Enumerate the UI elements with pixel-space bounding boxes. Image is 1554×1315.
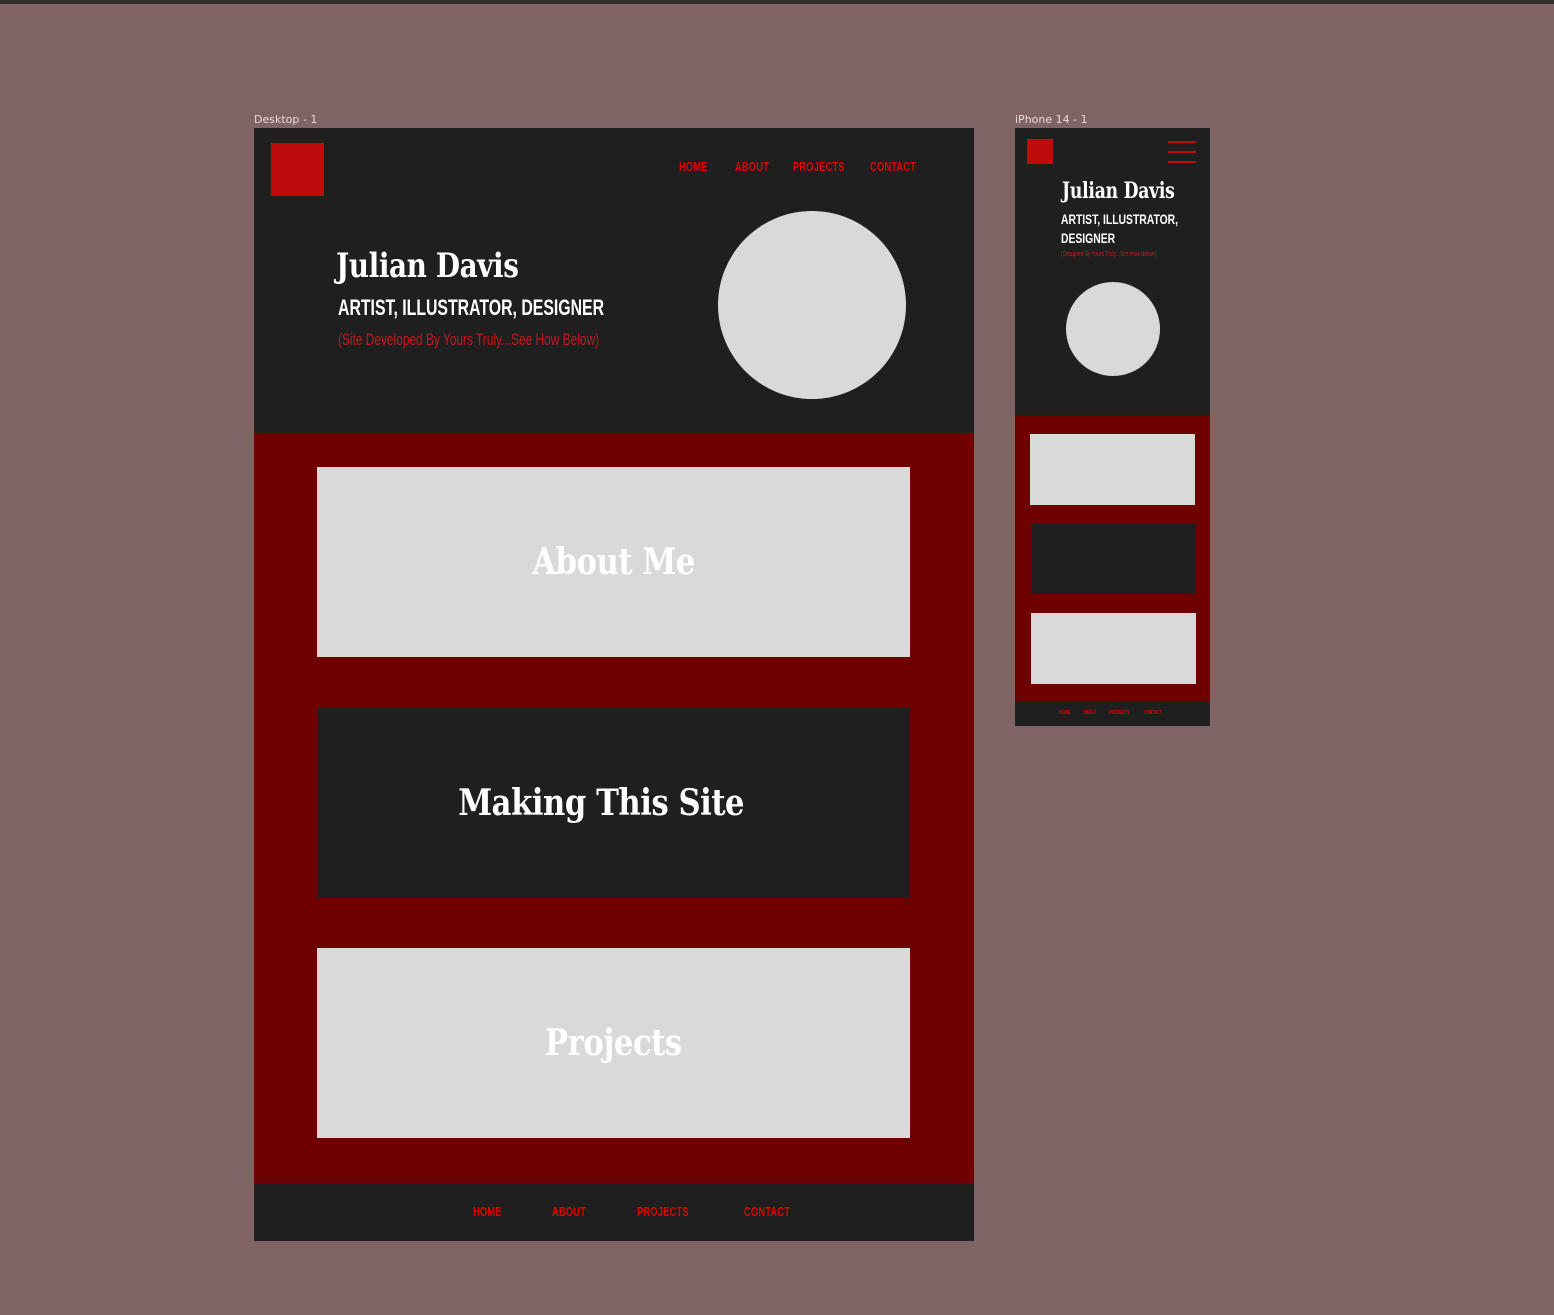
editor-top-bar (0, 0, 1554, 4)
mobile-making-site-card[interactable] (1031, 523, 1196, 594)
hero-name: Julian Davis (336, 246, 519, 286)
footer-contact-link[interactable]: CONTACT (744, 1204, 790, 1219)
mobile-avatar-placeholder (1066, 282, 1160, 376)
mobile-footer-about-link[interactable]: ABOUT (1083, 710, 1096, 716)
hero-note: (Site Developed By Yours Truly...See How… (338, 330, 600, 349)
mobile-hero-note: (Designed By Yours Truly...See How Below… (1061, 251, 1156, 258)
mobile-sections (1015, 415, 1210, 702)
making-this-site-title: Making This Site (458, 782, 745, 824)
hamburger-menu-icon[interactable] (1168, 141, 1196, 165)
projects-title: Projects (545, 1022, 682, 1064)
avatar-placeholder (718, 211, 906, 399)
nav-contact-link[interactable]: CONTACT (870, 159, 916, 174)
about-me-card[interactable]: About Me (317, 467, 910, 657)
nav-about-link[interactable]: ABOUT (735, 159, 769, 174)
mobile-roles-line1: ARTIST, ILLUSTRATOR, (1061, 211, 1179, 227)
mobile-footer-contact-link[interactable]: CONTACT (1144, 710, 1162, 716)
mobile-projects-card[interactable] (1031, 613, 1196, 684)
iphone-frame-label[interactable]: iPhone 14 - 1 (1015, 113, 1088, 126)
mobile-footer-home-link[interactable]: HOME (1059, 710, 1070, 716)
logo-placeholder[interactable] (271, 143, 324, 196)
desktop-frame-label[interactable]: Desktop - 1 (254, 113, 317, 126)
desktop-footer: HOME ABOUT PROJECTS CONTACT (254, 1183, 974, 1241)
desktop-frame[interactable]: HOME ABOUT PROJECTS CONTACT Julian Davis… (254, 128, 974, 1241)
nav-home-link[interactable]: HOME (679, 159, 708, 174)
hero-roles: ARTIST, ILLUSTRATOR, DESIGNER (338, 295, 605, 320)
making-this-site-card[interactable]: Making This Site (317, 708, 910, 898)
mobile-hero-roles: ARTIST, ILLUSTRATOR, DESIGNER (1061, 210, 1179, 248)
mobile-roles-line2: DESIGNER (1061, 230, 1116, 246)
mobile-hero-name: Julian Davis (1062, 178, 1175, 204)
footer-projects-link[interactable]: PROJECTS (637, 1204, 689, 1219)
footer-home-link[interactable]: HOME (473, 1204, 502, 1219)
about-me-title: About Me (532, 541, 695, 583)
desktop-sections: About Me Making This Site Projects (254, 433, 974, 1183)
mobile-footer-projects-link[interactable]: PROJECTS (1109, 710, 1129, 716)
footer-about-link[interactable]: ABOUT (552, 1204, 586, 1219)
nav-projects-link[interactable]: PROJECTS (793, 159, 845, 174)
iphone-frame[interactable]: Julian Davis ARTIST, ILLUSTRATOR, DESIGN… (1015, 128, 1210, 726)
mobile-footer: HOME ABOUT PROJECTS CONTACT (1015, 702, 1210, 726)
mobile-about-card[interactable] (1030, 434, 1195, 505)
projects-card[interactable]: Projects (317, 948, 910, 1138)
mobile-logo-placeholder[interactable] (1027, 139, 1053, 164)
